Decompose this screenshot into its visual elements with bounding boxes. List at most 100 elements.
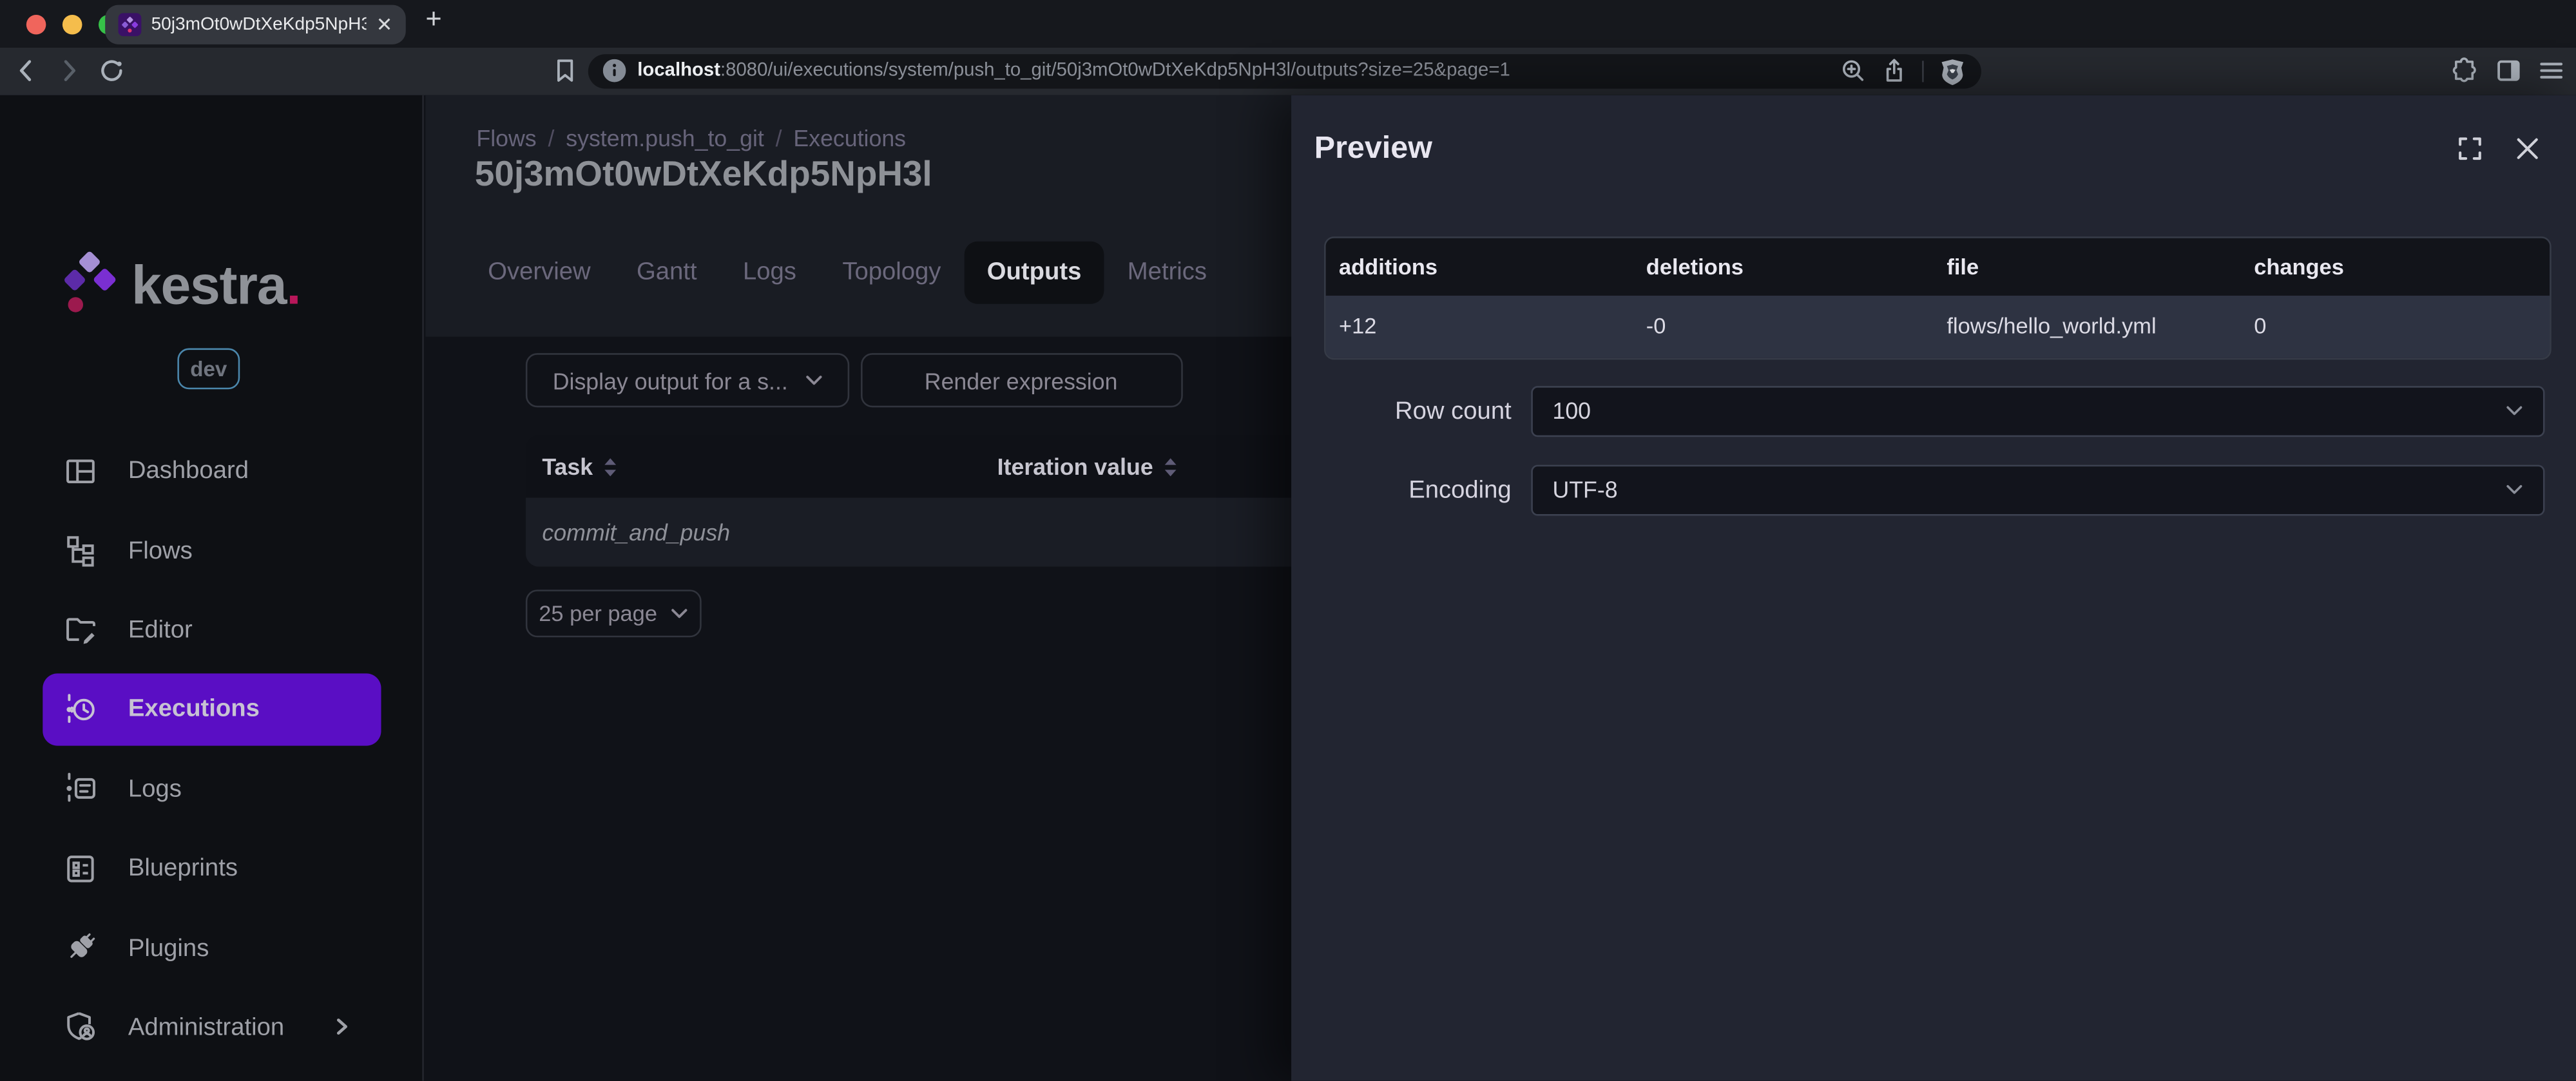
table-row[interactable]: commit_and_push [526, 498, 1291, 567]
sidebar-item-label: Executions [128, 695, 260, 723]
kestra-logo[interactable]: kestra. [62, 249, 301, 324]
url-path: :8080/ui/executions/system/push_to_git/5… [720, 61, 1510, 81]
close-icon[interactable] [2514, 134, 2541, 162]
tab-topology[interactable]: Topology [820, 241, 964, 303]
url-bar[interactable]: localhost:8080/ui/executions/system/push… [588, 53, 1981, 89]
additions-cell: +12 [1326, 314, 1633, 338]
changes-cell: 0 [2241, 314, 2550, 338]
fullscreen-expand-icon[interactable] [2456, 134, 2484, 162]
chevron-down-icon [2505, 405, 2523, 417]
sort-icon[interactable] [1163, 456, 1178, 477]
back-icon[interactable] [12, 56, 41, 86]
sidebar-item-flows[interactable]: Flows [0, 511, 424, 590]
column-changes: changes [2241, 254, 2550, 278]
tab-metrics[interactable]: Metrics [1104, 241, 1230, 303]
column-iteration-value[interactable]: Iteration value [981, 454, 1291, 480]
outputs-table: Task Iteration value commit_and_push [526, 435, 1291, 567]
sidebar-item-dashboard[interactable]: Dashboard [0, 431, 424, 510]
tab-bar: Overview Gantt Logs Topology Outputs Met… [465, 241, 1230, 303]
dashboard-icon [62, 453, 99, 489]
tab-overview[interactable]: Overview [465, 241, 614, 303]
extensions-puzzle-icon[interactable] [2450, 56, 2479, 86]
encoding-label: Encoding [1304, 475, 1511, 503]
sidebar-item-plugins[interactable]: Plugins [0, 908, 424, 988]
zoom-page-icon[interactable] [1840, 58, 1867, 84]
preview-table: additions deletions file changes +12 -0 … [1324, 236, 2552, 359]
breadcrumb-flows[interactable]: Flows [476, 124, 536, 151]
chevron-down-icon [804, 374, 822, 386]
administration-shield-icon [62, 1009, 99, 1046]
sort-icon[interactable] [602, 456, 617, 477]
window-minimize-button[interactable] [62, 15, 82, 35]
breadcrumb: Flows/system.push_to_git/Executions [476, 124, 906, 151]
browser-tab[interactable]: 50j3mOt0wDtXeKdp5NpH3l | ✕ [105, 5, 406, 44]
file-cell: flows/hello_world.yml [1934, 314, 2241, 338]
brave-shield-icon[interactable] [1939, 57, 1966, 85]
reload-icon[interactable] [97, 56, 126, 86]
column-deletions: deletions [1633, 254, 1934, 278]
breadcrumb-namespace[interactable]: system.push_to_git [566, 124, 764, 151]
sidebar-item-label: Flows [128, 537, 193, 564]
preview-table-row[interactable]: +12 -0 flows/hello_world.yml 0 [1326, 295, 2550, 358]
row-count-label: Row count [1304, 397, 1511, 425]
flows-icon [62, 532, 99, 568]
sidebar-item-executions[interactable]: Executions [43, 673, 381, 746]
logs-icon [62, 770, 99, 807]
breadcrumb-executions[interactable]: Executions [793, 124, 906, 151]
column-task[interactable]: Task [526, 454, 981, 480]
toolbar-divider [1922, 61, 1924, 82]
environment-badge: dev [177, 347, 240, 388]
sidebar-item-blueprints[interactable]: Blueprints [0, 828, 424, 908]
per-page-select[interactable]: 25 per page [526, 589, 702, 637]
task-cell[interactable]: commit_and_push [526, 519, 981, 546]
sidebar: kestra. dev Dashboard Flows Editor [0, 95, 424, 1081]
chevron-down-icon [2505, 484, 2523, 495]
preview-table-header: additions deletions file changes [1326, 237, 2550, 294]
browser-toolbar: localhost:8080/ui/executions/system/push… [0, 48, 2576, 95]
sidebar-item-logs[interactable]: Logs [0, 749, 424, 828]
chevron-right-icon [332, 1017, 352, 1037]
new-tab-icon[interactable]: + [425, 3, 441, 36]
tab-logs[interactable]: Logs [720, 241, 819, 303]
screen: 50j3mOt0wDtXeKdp5NpH3l | ✕ + localhost:8… [0, 0, 2576, 1081]
render-expression-button[interactable]: Render expression [860, 353, 1182, 407]
preview-panel: Preview additions deletions file changes [1291, 95, 2576, 1081]
share-icon[interactable] [1881, 58, 1907, 84]
sidebar-item-label: Plugins [128, 934, 209, 962]
deletions-cell: -0 [1633, 314, 1934, 338]
tab-close-icon[interactable]: ✕ [376, 15, 393, 35]
tab-outputs[interactable]: Outputs [964, 241, 1104, 303]
executions-icon [62, 691, 99, 727]
site-info-icon[interactable] [603, 59, 626, 82]
tab-gantt[interactable]: Gantt [613, 241, 720, 303]
column-file: file [1934, 254, 2241, 278]
preview-title: Preview [1314, 131, 1432, 167]
sidebar-nav: Dashboard Flows Editor Executions Logs [0, 431, 424, 1081]
display-output-select[interactable]: Display output for a s... [526, 353, 849, 407]
sidebar-toggle-icon[interactable] [2494, 56, 2523, 86]
chevron-down-icon [670, 607, 688, 619]
sidebar-item-settings[interactable]: Settings [0, 1067, 424, 1081]
logo-dot: . [286, 254, 300, 314]
url-host: localhost [637, 61, 720, 81]
url-text: localhost:8080/ui/executions/system/push… [637, 61, 1829, 81]
kestra-app: kestra. dev Dashboard Flows Editor [0, 95, 2576, 1081]
kestra-logo-text: kestra. [131, 249, 300, 321]
menu-hamburger-icon[interactable] [2537, 56, 2566, 86]
sidebar-item-administration[interactable]: Administration [0, 988, 424, 1067]
row-count-select[interactable]: 100 [1531, 385, 2544, 436]
sidebar-item-label: Dashboard [128, 457, 249, 484]
forward-icon[interactable] [54, 56, 84, 86]
bookmark-icon[interactable] [550, 56, 580, 86]
sidebar-item-label: Logs [128, 775, 182, 803]
sidebar-item-editor[interactable]: Editor [0, 590, 424, 669]
window-close-button[interactable] [26, 15, 46, 35]
kestra-favicon-icon [119, 13, 142, 36]
sidebar-item-label: Editor [128, 616, 193, 644]
kestra-logo-icon [62, 249, 122, 324]
browser-tabbar: 50j3mOt0wDtXeKdp5NpH3l | ✕ + [0, 0, 2576, 48]
encoding-select[interactable]: UTF-8 [1531, 464, 2544, 515]
sidebar-item-label: Administration [128, 1013, 284, 1041]
blueprints-icon [62, 850, 99, 886]
sidebar-item-label: Blueprints [128, 854, 238, 882]
